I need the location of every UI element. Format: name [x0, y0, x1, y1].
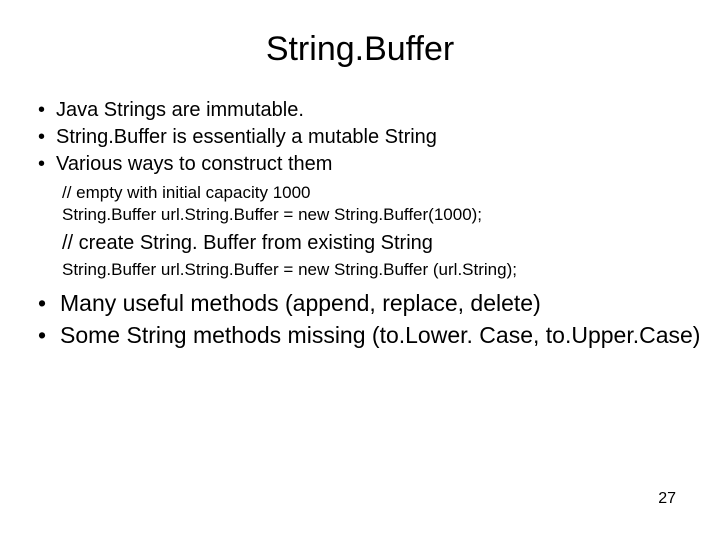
bullet-item: Many useful methods (append, replace, de…: [38, 289, 720, 319]
bullet-item: Various ways to construct them: [38, 151, 720, 178]
code-line: // empty with initial capacity 1000: [62, 182, 720, 204]
mid-comment: // create String. Buffer from existing S…: [62, 232, 720, 255]
bullet-item: Java Strings are immutable.: [38, 97, 720, 124]
code-block-2: String.Buffer url.String.Buffer = new St…: [62, 259, 720, 281]
page-number: 27: [658, 490, 676, 508]
bullet-item: String.Buffer is essentially a mutable S…: [38, 124, 720, 151]
code-block-1: // empty with initial capacity 1000 Stri…: [62, 182, 720, 226]
top-bullet-list: Java Strings are immutable. String.Buffe…: [38, 97, 720, 178]
slide-title: String.Buffer: [0, 0, 720, 97]
code-line: String.Buffer url.String.Buffer = new St…: [62, 204, 720, 226]
bottom-bullet-list: Many useful methods (append, replace, de…: [38, 289, 720, 351]
code-line: String.Buffer url.String.Buffer = new St…: [62, 259, 720, 281]
slide: String.Buffer Java Strings are immutable…: [0, 0, 720, 540]
bullet-item: Some String methods missing (to.Lower. C…: [38, 321, 720, 351]
